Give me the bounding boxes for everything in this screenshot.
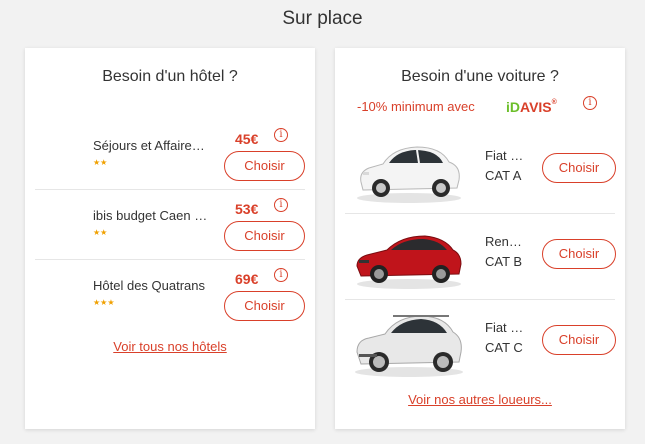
hotel-stars: ★★★ — [93, 298, 115, 307]
car-name[interactable]: Renault Clio — [485, 234, 529, 249]
choose-hotel-button[interactable]: Choisir — [224, 151, 305, 181]
hotel-stars: ★★ — [93, 158, 108, 167]
hotel-row[interactable]: Hôtel des Quatrans ★★★ 69€ i Choisir — [35, 260, 305, 330]
info-icon[interactable]: i — [583, 96, 597, 110]
hotel-name[interactable]: Séjours et Affaires Caen Clos Beumois — [93, 138, 211, 153]
hotel-row[interactable]: ibis budget Caen Centre Gare ★★ 53€ i Ch… — [35, 190, 305, 260]
promo-text: -10% minimum avec — [357, 99, 475, 114]
hotel-price: 69€ — [235, 271, 259, 287]
choose-car-button[interactable]: Choisir — [542, 239, 616, 269]
car-image — [356, 235, 462, 289]
car-category: CAT A — [485, 168, 522, 183]
info-icon[interactable]: i — [274, 268, 288, 282]
hotels-card-title: Besoin d'un hôtel ? — [102, 68, 238, 85]
choose-hotel-button[interactable]: Choisir — [224, 291, 305, 321]
car-image — [357, 146, 461, 203]
car-category: CAT B — [485, 254, 523, 269]
idavis-logo: iDAVIS® — [506, 99, 557, 115]
car-category: CAT C — [485, 340, 523, 355]
choose-car-button[interactable]: Choisir — [542, 325, 616, 355]
car-row[interactable]: Fiat 500 CAT A Choisir — [345, 128, 616, 214]
cars-card: Besoin d'une voiture ? -10% minimum avec… — [335, 48, 625, 429]
info-icon[interactable]: i — [274, 198, 288, 212]
hotel-price: 53€ — [235, 201, 259, 217]
car-image — [355, 315, 463, 377]
car-name[interactable]: Fiat 500 — [485, 148, 529, 163]
hotel-price: 45€ — [235, 131, 259, 147]
choose-car-button[interactable]: Choisir — [542, 153, 616, 183]
hotels-card: Besoin d'un hôtel ? Séjours et Affaires … — [25, 48, 315, 429]
car-row[interactable]: Fiat 500X CAT C Choisir — [345, 300, 616, 386]
hotel-row[interactable]: Séjours et Affaires Caen Clos Beumois ★★… — [35, 120, 305, 190]
hotel-name[interactable]: Hôtel des Quatrans — [93, 278, 211, 293]
car-name[interactable]: Fiat 500X — [485, 320, 529, 335]
hotel-name[interactable]: ibis budget Caen Centre Gare — [93, 208, 211, 223]
cars-card-title: Besoin d'une voiture ? — [401, 68, 559, 85]
car-row[interactable]: Renault Clio CAT B Choisir — [345, 214, 616, 300]
choose-hotel-button[interactable]: Choisir — [224, 221, 305, 251]
page-title: Sur place — [282, 8, 363, 29]
other-renters-link[interactable]: Voir nos autres loueurs... — [335, 392, 625, 407]
hotel-stars: ★★ — [93, 228, 108, 237]
all-hotels-link[interactable]: Voir tous nos hôtels — [25, 339, 315, 354]
info-icon[interactable]: i — [274, 128, 288, 142]
